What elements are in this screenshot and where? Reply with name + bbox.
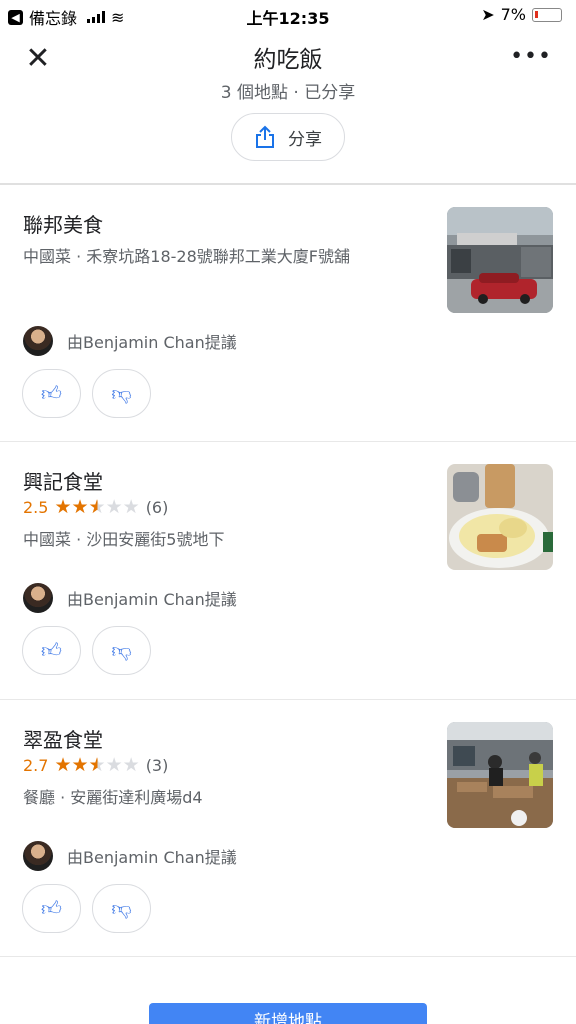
star-icon: ★ xyxy=(54,754,72,776)
thumbs-up-icon: 👍︎ xyxy=(41,638,62,662)
star-icon: ★ xyxy=(105,496,123,518)
star-icon: ★ xyxy=(105,754,123,776)
avatar[interactable] xyxy=(23,841,53,871)
place-rating: 2.5 ★ ★ ★ ★ ★ (6) xyxy=(23,498,169,518)
thumbs-up-button[interactable]: 👍︎ xyxy=(22,626,81,675)
star-icon: ★ xyxy=(122,496,140,518)
list-title: 約吃飯 xyxy=(253,47,323,73)
star-icon: ★ xyxy=(54,496,72,518)
star-icon: ★ xyxy=(122,754,140,776)
place-card[interactable]: 聯邦美食 中國菜 · 禾寮坑路18-28號聯邦工業大廈F號舖 由Benjamin… xyxy=(0,185,576,442)
thumbs-up-button[interactable]: 👍︎ xyxy=(22,884,81,933)
star-icon: ★ xyxy=(88,754,106,776)
status-bar: ◀ 備忘錄 ≋ 上午12:35 ➤ 7% xyxy=(0,0,576,30)
place-name[interactable]: 興記食堂 xyxy=(23,466,103,495)
battery-icon xyxy=(532,7,562,22)
place-rating: 2.7 ★ ★ ★ ★ ★ (3) xyxy=(23,756,169,776)
list-subtitle: 3 個地點 · 已分享 xyxy=(220,83,356,103)
vote-buttons: 👍︎ 👎︎ xyxy=(22,884,151,933)
place-name[interactable]: 翠盈食堂 xyxy=(23,724,103,753)
thumbs-down-button[interactable]: 👎︎ xyxy=(92,884,151,933)
place-description: 中國菜 · 沙田安麗街5號地下 xyxy=(23,530,225,549)
suggested-by-label: 由Benjamin Chan提議 xyxy=(67,848,237,867)
thumbs-down-icon: 👎︎ xyxy=(111,381,132,405)
review-count: (6) xyxy=(145,498,169,517)
vote-buttons: 👍︎ 👎︎ xyxy=(22,369,151,418)
thumbs-up-button[interactable]: 👍︎ xyxy=(22,369,81,418)
place-card[interactable]: 興記食堂 2.5 ★ ★ ★ ★ ★ (6) 中國菜 · 沙田安麗街5號地下 由Benj… xyxy=(0,442,576,700)
share-icon xyxy=(254,125,276,149)
place-description: 餐廳 · 安麗街達利廣場d4 xyxy=(23,788,203,807)
vote-buttons: 👍︎ 👎︎ xyxy=(22,626,151,675)
suggested-by-label: 由Benjamin Chan提議 xyxy=(67,590,237,609)
status-right: ➤ 7% xyxy=(481,5,562,24)
place-photo[interactable] xyxy=(447,207,553,313)
thumbs-down-icon: 👎︎ xyxy=(111,896,132,920)
place-description: 中國菜 · 禾寮坑路18-28號聯邦工業大廈F號舖 xyxy=(23,247,350,266)
suggested-by: 由Benjamin Chan提議 xyxy=(23,841,237,871)
thumbs-up-icon: 👍︎ xyxy=(41,896,62,920)
place-photo[interactable] xyxy=(447,722,553,828)
suggested-by-label: 由Benjamin Chan提議 xyxy=(67,333,237,352)
battery-percent: 7% xyxy=(500,5,526,24)
suggested-by: 由Benjamin Chan提議 xyxy=(23,583,237,613)
place-photo[interactable] xyxy=(447,464,553,570)
rating-value: 2.7 xyxy=(23,756,49,775)
suggested-by: 由Benjamin Chan提議 xyxy=(23,326,237,356)
place-card[interactable]: 翠盈食堂 2.7 ★ ★ ★ ★ ★ (3) 餐廳 · 安麗街達利廣場d4 由Benja… xyxy=(0,700,576,957)
share-button[interactable]: 分享 xyxy=(231,113,345,161)
place-name[interactable]: 聯邦美食 xyxy=(23,209,103,238)
thumbs-down-icon: 👎︎ xyxy=(111,638,132,662)
star-icon: ★ xyxy=(88,496,106,518)
review-count: (3) xyxy=(145,756,169,775)
rating-value: 2.5 xyxy=(23,498,49,517)
thumbs-down-button[interactable]: 👎︎ xyxy=(92,626,151,675)
star-icon: ★ xyxy=(71,754,89,776)
share-label: 分享 xyxy=(288,129,322,150)
thumbs-down-button[interactable]: 👎︎ xyxy=(92,369,151,418)
add-place-button[interactable]: 新增地點 xyxy=(149,1003,427,1024)
location-icon: ➤ xyxy=(481,5,495,24)
avatar[interactable] xyxy=(23,326,53,356)
rating-stars: ★ ★ ★ ★ ★ xyxy=(54,498,139,517)
thumbs-up-icon: 👍︎ xyxy=(41,381,62,405)
rating-stars: ★ ★ ★ ★ ★ xyxy=(54,756,139,775)
avatar[interactable] xyxy=(23,583,53,613)
star-icon: ★ xyxy=(71,496,89,518)
